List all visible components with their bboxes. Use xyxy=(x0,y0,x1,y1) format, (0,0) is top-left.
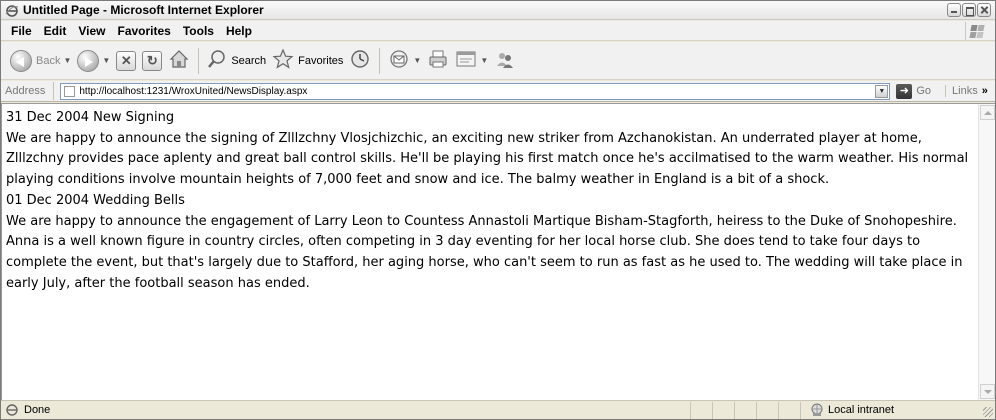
address-input[interactable]: http://localhost:1231/WroxUnited/NewsDis… xyxy=(60,82,891,100)
chevron-down-icon[interactable]: ▼ xyxy=(413,56,421,65)
maximize-button[interactable] xyxy=(962,3,976,17)
status-cell xyxy=(757,401,779,419)
chevron-down-icon[interactable]: ▼ xyxy=(480,56,488,65)
status-cell xyxy=(779,401,801,419)
intranet-icon xyxy=(809,403,823,417)
go-label: Go xyxy=(916,85,932,97)
stop-button[interactable]: ✕ xyxy=(113,47,139,75)
mail-icon xyxy=(388,48,410,73)
window-title: Untitled Page - Microsoft Internet Explo… xyxy=(23,3,264,17)
history-button[interactable] xyxy=(346,47,374,75)
toolbar-separator xyxy=(379,47,381,74)
refresh-button[interactable]: ↻ xyxy=(139,47,165,75)
forward-button[interactable]: ▼ xyxy=(74,47,113,75)
refresh-icon: ↻ xyxy=(142,50,163,71)
menu-view[interactable]: View xyxy=(72,24,111,38)
chevron-down-icon[interactable]: ▼ xyxy=(63,56,71,65)
search-button[interactable]: Search xyxy=(204,47,269,75)
search-icon xyxy=(207,49,227,72)
resize-grip[interactable] xyxy=(983,407,993,417)
toolbar-separator xyxy=(198,47,200,74)
close-button[interactable] xyxy=(977,3,991,17)
window-controls xyxy=(947,3,991,17)
menu-bar: File Edit View Favorites Tools Help xyxy=(1,21,995,41)
edit-page-icon xyxy=(455,48,477,73)
favorites-label: Favorites xyxy=(298,54,344,67)
chevron-down-icon[interactable]: ▼ xyxy=(102,56,110,65)
security-zone[interactable]: Local intranet xyxy=(801,402,951,419)
ie-logo-icon xyxy=(5,3,19,17)
go-arrow-icon: ➜ xyxy=(896,83,913,99)
links-button[interactable]: Links» xyxy=(945,85,988,97)
menu-tools[interactable]: Tools xyxy=(177,24,220,38)
browser-window: Untitled Page - Microsoft Internet Explo… xyxy=(0,0,996,420)
status-cell xyxy=(735,401,757,419)
links-label: Links xyxy=(952,85,978,97)
scroll-up-button[interactable] xyxy=(980,105,995,120)
stop-icon: ✕ xyxy=(116,50,137,71)
vertical-scrollbar[interactable] xyxy=(978,104,995,400)
news-display: 31 Dec 2004 New Signing We are happy to … xyxy=(6,108,974,294)
page-favicon-icon xyxy=(64,85,76,97)
mail-button[interactable]: ▼ xyxy=(385,47,424,75)
status-panel: Done xyxy=(1,401,691,419)
history-icon xyxy=(349,48,371,73)
title-bar[interactable]: Untitled Page - Microsoft Internet Explo… xyxy=(1,1,995,20)
page-done-icon xyxy=(5,403,19,417)
address-dropdown-button[interactable]: ▼ xyxy=(875,84,889,98)
address-label: Address xyxy=(1,82,55,100)
scroll-down-button[interactable] xyxy=(980,384,995,399)
favorites-button[interactable]: Favorites xyxy=(269,47,346,75)
news-body: We are happy to announce the engagement … xyxy=(6,213,963,291)
search-label: Search xyxy=(231,54,267,67)
menu-edit[interactable]: Edit xyxy=(38,24,73,38)
edit-button[interactable]: ▼ xyxy=(452,47,491,75)
page-viewport: 31 Dec 2004 New Signing We are happy to … xyxy=(1,103,995,400)
messenger-icon xyxy=(494,48,516,73)
status-text: Done xyxy=(24,404,51,416)
news-body: We are happy to announce the signing of … xyxy=(6,130,969,188)
forward-arrow-icon xyxy=(77,49,100,72)
printer-icon xyxy=(427,48,449,73)
news-heading: 01 Dec 2004 Wedding Bells xyxy=(6,192,185,208)
chevron-right-icon: » xyxy=(981,85,988,97)
windows-flag-icon xyxy=(965,22,989,40)
home-icon xyxy=(168,48,190,73)
star-icon xyxy=(272,48,294,73)
menu-file[interactable]: File xyxy=(5,24,38,38)
status-cell xyxy=(691,401,713,419)
messenger-button[interactable] xyxy=(491,47,519,75)
news-heading: 31 Dec 2004 New Signing xyxy=(6,110,175,125)
back-arrow-icon xyxy=(10,49,32,72)
print-button[interactable] xyxy=(424,47,452,75)
status-bar: Done Local intranet xyxy=(1,400,995,419)
back-button[interactable]: Back ▼ xyxy=(7,47,74,75)
back-label: Back xyxy=(36,54,61,67)
standard-toolbar: Back ▼ ▼ ✕ ↻ Search Favorites ▼ ▼ xyxy=(1,42,995,80)
menu-help[interactable]: Help xyxy=(220,24,258,38)
address-url: http://localhost:1231/WroxUnited/NewsDis… xyxy=(79,85,308,97)
status-cell xyxy=(713,401,735,419)
go-button[interactable]: ➜ Go xyxy=(896,83,932,99)
minimize-button[interactable] xyxy=(947,3,961,17)
address-bar: Address http://localhost:1231/WroxUnited… xyxy=(1,81,995,102)
home-button[interactable] xyxy=(165,47,193,75)
menu-favorites[interactable]: Favorites xyxy=(111,24,176,38)
zone-text: Local intranet xyxy=(828,404,895,416)
